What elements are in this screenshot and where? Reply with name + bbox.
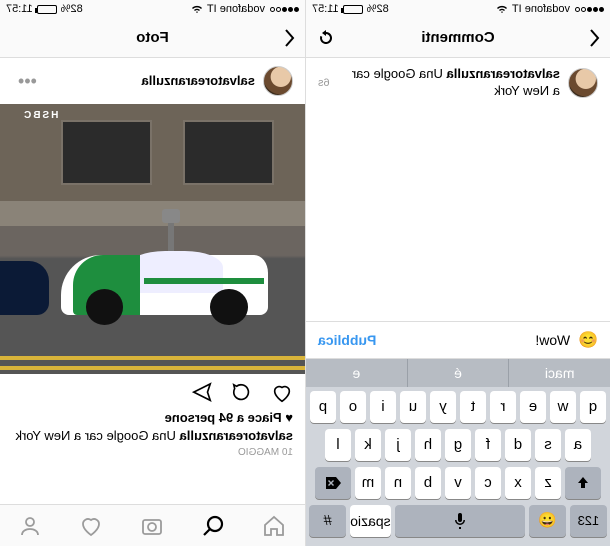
like-button[interactable] (271, 382, 293, 404)
key-f[interactable]: f (475, 429, 501, 461)
post-actions (0, 374, 305, 408)
key-space[interactable]: spazio (350, 505, 390, 537)
emoji-icon: 😊 (578, 330, 598, 350)
post-username[interactable]: salvatorearanzulla (142, 73, 255, 88)
key-r[interactable]: r (490, 391, 516, 423)
comment-input-row: 😊 Pubblica (306, 321, 610, 359)
battery-icon (37, 5, 57, 14)
key-p[interactable]: p (310, 391, 336, 423)
more-button[interactable]: ••• (12, 71, 43, 92)
suggestion-0[interactable]: maci (508, 359, 610, 387)
comment-age: 6s (318, 77, 330, 89)
signal-icon (574, 3, 604, 15)
key-u[interactable]: u (400, 391, 426, 423)
suggestion-1[interactable]: é (407, 359, 509, 387)
back-button[interactable] (261, 28, 295, 48)
caption-text: Una Google car a New York (15, 428, 175, 443)
key-n[interactable]: n (385, 467, 411, 499)
status-bar: vodafone IT 82% 11:57 (306, 0, 610, 18)
key-e[interactable]: e (520, 391, 546, 423)
tab-home[interactable] (263, 514, 287, 538)
key-i[interactable]: i (370, 391, 396, 423)
wifi-icon (496, 4, 508, 14)
publish-button[interactable]: Pubblica (318, 332, 376, 348)
carrier-label: vodafone IT (207, 3, 265, 15)
avatar[interactable] (568, 68, 598, 98)
tab-bar (0, 504, 305, 546)
key-x[interactable]: x (505, 467, 531, 499)
key-m[interactable]: m (355, 467, 381, 499)
back-button[interactable] (566, 28, 600, 48)
key-mic[interactable] (395, 505, 525, 537)
key-o[interactable]: o (340, 391, 366, 423)
nav-title: Commenti (421, 29, 494, 46)
key-mode[interactable]: 123 (570, 505, 607, 537)
key-emoji[interactable]: 😀 (529, 505, 566, 537)
key-j[interactable]: j (385, 429, 411, 461)
comment-input[interactable] (384, 332, 570, 348)
nav-bar: Foto (0, 18, 305, 58)
key-backspace[interactable] (315, 467, 351, 499)
battery-pct: 82% (367, 3, 389, 15)
key-w[interactable]: w (550, 391, 576, 423)
likes-text: Piace a 94 persone (165, 410, 282, 425)
wifi-icon (191, 4, 203, 14)
keyboard: q w e r t y u i o p a s d f g h j k l z (306, 387, 610, 546)
key-d[interactable]: d (505, 429, 531, 461)
key-num[interactable]: # (309, 505, 346, 537)
key-k[interactable]: k (355, 429, 381, 461)
tab-profile[interactable] (19, 514, 43, 538)
key-c[interactable]: c (475, 467, 501, 499)
comment-button[interactable] (231, 382, 253, 404)
time-label: 11:57 (6, 3, 33, 15)
signal-icon (269, 3, 299, 15)
photo-pane: vodafone IT 82% 11:57 Foto salvatorearan… (0, 0, 305, 546)
time-label: 11:57 (312, 3, 339, 15)
post-date: 10 MAGGIO (0, 445, 305, 466)
battery-icon (343, 5, 363, 14)
building-sign: HSBC (22, 110, 58, 121)
key-b[interactable]: b (415, 467, 441, 499)
key-y[interactable]: y (430, 391, 456, 423)
post-caption-row: salvatorearanzulla Una Google car a New … (0, 427, 305, 445)
comments-pane: vodafone IT 82% 11:57 Commenti salvatore… (305, 0, 610, 546)
suggestion-2[interactable]: e (306, 359, 407, 387)
key-s[interactable]: s (535, 429, 561, 461)
post-header: salvatorearanzulla ••• (0, 58, 305, 104)
key-v[interactable]: v (445, 467, 471, 499)
battery-pct: 82% (61, 3, 83, 15)
key-t[interactable]: t (460, 391, 486, 423)
key-l[interactable]: l (325, 429, 351, 461)
caption-username[interactable]: salvatorearanzulla (180, 428, 293, 443)
key-z[interactable]: z (535, 467, 561, 499)
tab-search[interactable] (202, 514, 226, 538)
status-bar: vodafone IT 82% 11:57 (0, 0, 305, 18)
key-g[interactable]: g (445, 429, 471, 461)
comment-row: salvatorearanzulla Una Google car a New … (306, 58, 610, 108)
avatar[interactable] (263, 66, 293, 96)
tab-activity[interactable] (80, 514, 104, 538)
key-a[interactable]: a (565, 429, 591, 461)
keyboard-suggestions: maci é e (306, 359, 610, 387)
key-h[interactable]: h (415, 429, 441, 461)
carrier-label: vodafone IT (512, 3, 570, 15)
comment-username[interactable]: salvatorearanzulla (447, 66, 560, 81)
tab-camera[interactable] (141, 514, 165, 538)
refresh-button[interactable] (316, 28, 350, 48)
post-photo[interactable]: HSBC (0, 104, 305, 374)
likes-row[interactable]: ♥ Piace a 94 persone (0, 408, 305, 427)
nav-bar: Commenti (306, 18, 610, 58)
key-shift[interactable] (565, 467, 601, 499)
key-q[interactable]: q (580, 391, 606, 423)
heart-icon: ♥ (282, 410, 293, 425)
share-button[interactable] (191, 382, 213, 404)
nav-title: Foto (136, 29, 168, 46)
